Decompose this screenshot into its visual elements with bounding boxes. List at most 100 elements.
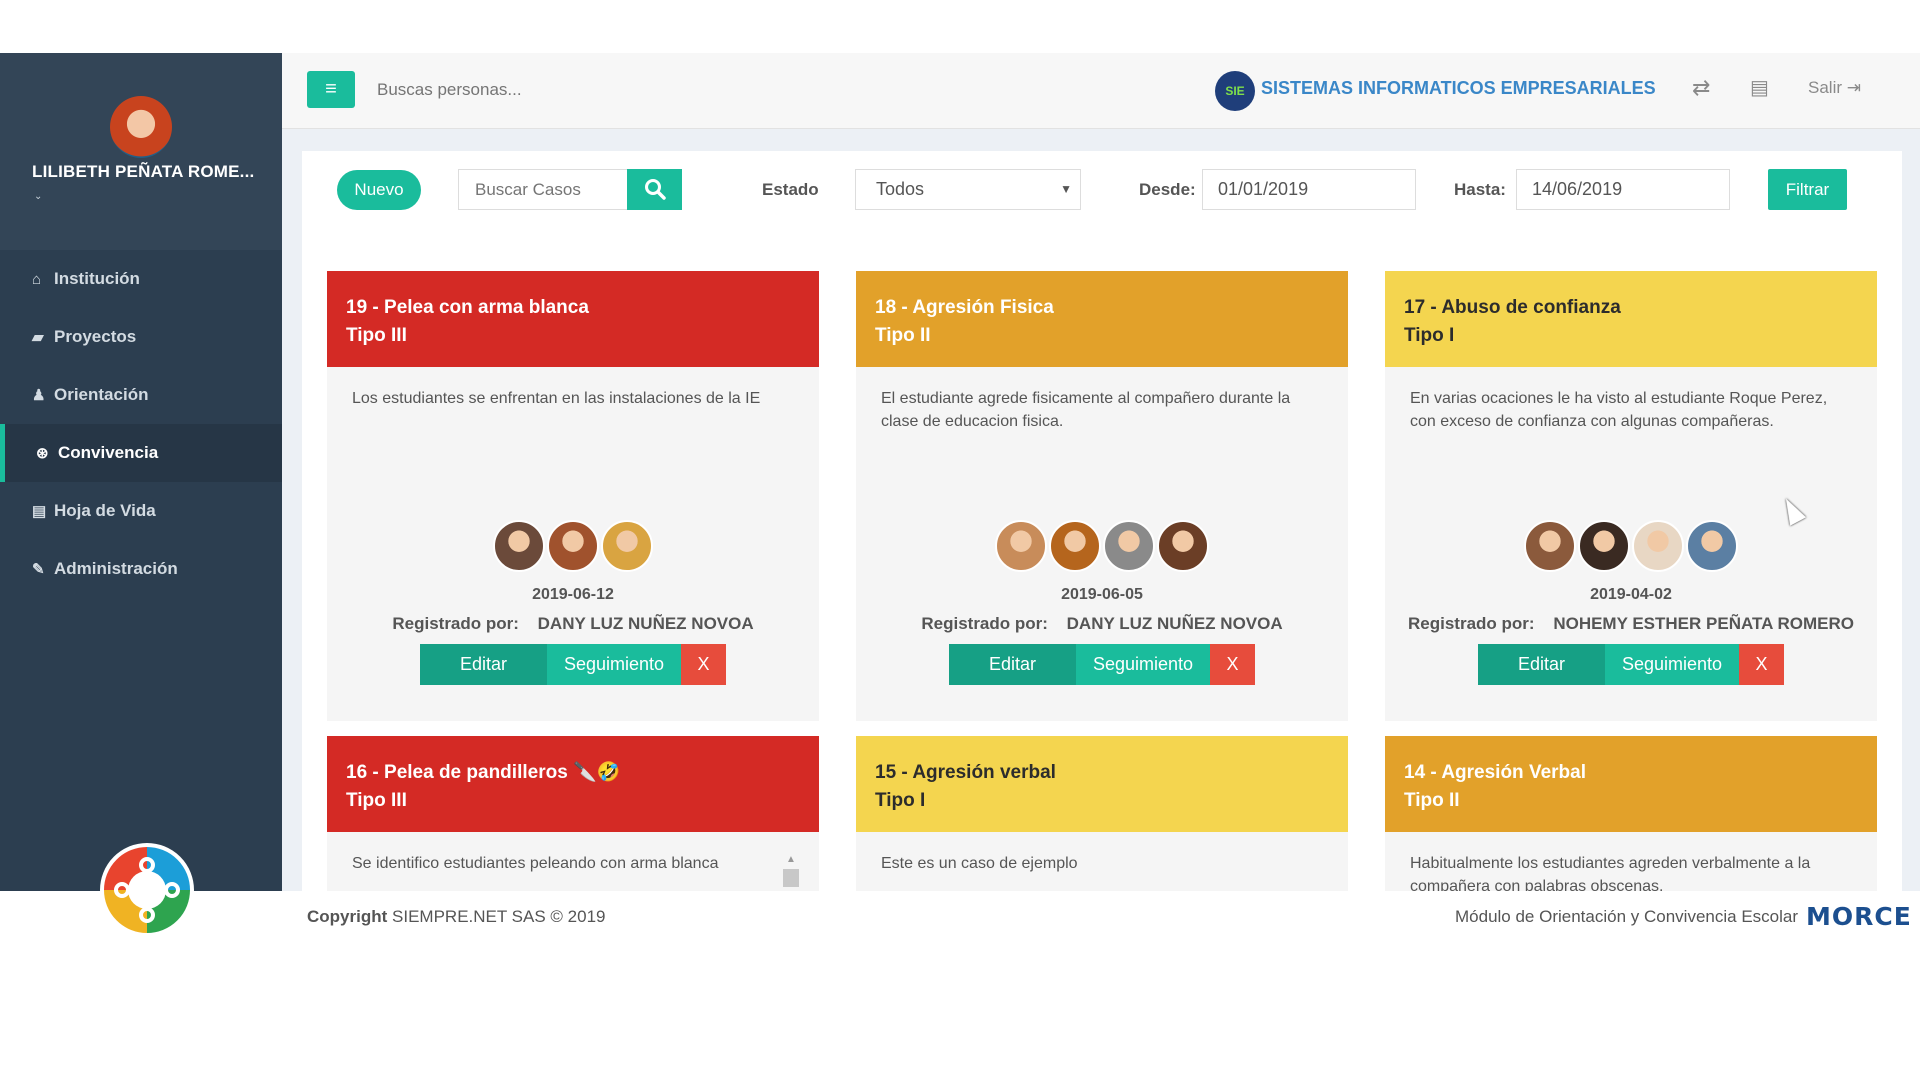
- description-scrollbar[interactable]: ▲: [783, 854, 799, 894]
- sidebar-item-orientacion[interactable]: ♟ Orientación: [0, 366, 282, 424]
- student-avatar[interactable]: [995, 520, 1047, 572]
- case-card-header[interactable]: 18 - Agresión Fisica Tipo II: [856, 271, 1348, 367]
- sidebar-item-institucion[interactable]: ⌂ Institución: [0, 250, 282, 308]
- copyright: Copyright SIEMPRE.NET SAS © 2019: [307, 907, 605, 927]
- case-date: 2019-06-05: [1061, 586, 1143, 603]
- estado-value: Todos: [876, 179, 925, 199]
- briefcase-icon: ▰: [32, 329, 44, 346]
- brand-name: SISTEMAS INFORMATICOS EMPRESARIALES: [1261, 78, 1656, 98]
- footer: Copyright SIEMPRE.NET SAS © 2019 Módulo …: [0, 891, 1920, 941]
- module-name: Módulo de Orientación y Convivencia Esco…: [1455, 907, 1799, 926]
- sidebar-item-convivencia[interactable]: ⊛ Convivencia: [0, 424, 282, 482]
- delete-button[interactable]: X: [1210, 644, 1255, 685]
- topbar: ≡ SIE SISTEMAS INFORMATICOS EMPRESARIALE…: [282, 53, 1920, 129]
- registered-label: Registrado por:: [392, 614, 519, 633]
- follow-up-button[interactable]: Seguimiento: [547, 644, 681, 685]
- copyright-label: Copyright: [307, 907, 388, 926]
- user-menu-caret-icon[interactable]: ⌄: [34, 191, 42, 202]
- search-icon: [644, 179, 666, 200]
- case-actions: Editar Seguimiento X: [1385, 644, 1877, 685]
- student-avatar[interactable]: [1049, 520, 1101, 572]
- user-icon: ♟: [32, 387, 46, 404]
- menu-toggle-button[interactable]: ≡: [307, 71, 355, 108]
- edit-button[interactable]: Editar: [1478, 644, 1605, 685]
- app-logo: [100, 843, 194, 937]
- logout-button[interactable]: Salir ⇥: [1808, 78, 1861, 98]
- student-avatar[interactable]: [1632, 520, 1684, 572]
- case-description: Los estudiantes se enfrentan en las inst…: [352, 390, 761, 407]
- caret-down-icon: ▼: [1060, 182, 1072, 196]
- student-avatar[interactable]: [601, 520, 653, 572]
- registered-by-name: DANY LUZ NUÑEZ NOVOA: [537, 614, 754, 633]
- case-date: 2019-04-02: [1590, 586, 1672, 603]
- sidebar-item-administracion[interactable]: ✎ Administración: [0, 540, 282, 598]
- desde-date-input[interactable]: [1202, 169, 1416, 210]
- case-title: 18 - Agresión Fisica: [875, 297, 1054, 318]
- case-registered-by: Registrado por: DANY LUZ NUÑEZ NOVOA: [327, 614, 819, 634]
- case-description: El estudiante agrede fisicamente al comp…: [881, 390, 1291, 430]
- sidebar-item-proyectos[interactable]: ▰ Proyectos: [0, 308, 282, 366]
- life-ring-icon: ⊛: [36, 445, 49, 462]
- student-avatar[interactable]: [493, 520, 545, 572]
- case-card-header[interactable]: 15 - Agresión verbal Tipo I: [856, 736, 1348, 832]
- cases-panel: Nuevo Estado Todos ▼ Desde: Hasta: Filtr…: [302, 151, 1902, 936]
- list-icon[interactable]: ▤: [1750, 75, 1769, 100]
- scroll-up-icon[interactable]: ▲: [783, 854, 799, 865]
- case-type: Tipo II: [1404, 790, 1460, 811]
- people-search-input[interactable]: [377, 77, 637, 103]
- swap-icon[interactable]: ⇄: [1692, 75, 1710, 101]
- case-card-header[interactable]: 19 - Pelea con arma blanca Tipo III: [327, 271, 819, 367]
- follow-up-button[interactable]: Seguimiento: [1605, 644, 1739, 685]
- case-type: Tipo III: [346, 790, 407, 811]
- hamburger-icon: ≡: [325, 78, 337, 100]
- student-avatar[interactable]: [547, 520, 599, 572]
- follow-up-button[interactable]: Seguimiento: [1076, 644, 1210, 685]
- case-type: Tipo I: [1404, 325, 1455, 346]
- sidebar-item-label: Convivencia: [58, 443, 159, 462]
- sidebar-item-label: Hoja de Vida: [54, 501, 156, 520]
- student-avatar[interactable]: [1686, 520, 1738, 572]
- sidebar-item-label: Proyectos: [54, 327, 137, 346]
- logo-dot: [139, 907, 155, 923]
- case-card: 18 - Agresión Fisica Tipo II El estudian…: [856, 271, 1348, 721]
- delete-button[interactable]: X: [1739, 644, 1784, 685]
- student-avatar[interactable]: [1103, 520, 1155, 572]
- filter-button[interactable]: Filtrar: [1768, 169, 1847, 210]
- student-avatar[interactable]: [1578, 520, 1630, 572]
- home-icon: ⌂: [32, 270, 42, 288]
- user-name[interactable]: LILIBETH PEÑATA ROME...: [32, 162, 254, 182]
- case-card-header[interactable]: 17 - Abuso de confianza Tipo I: [1385, 271, 1877, 367]
- case-actions: Editar Seguimiento X: [327, 644, 819, 685]
- student-avatar[interactable]: [1524, 520, 1576, 572]
- edit-button[interactable]: Editar: [420, 644, 547, 685]
- case-search-input[interactable]: [458, 169, 628, 210]
- case-title: 16 - Pelea de pandilleros 🔪🤣: [346, 762, 621, 783]
- edit-button[interactable]: Editar: [949, 644, 1076, 685]
- user-profile: LILIBETH PEÑATA ROME... ⌄: [0, 53, 282, 250]
- student-avatar[interactable]: [1157, 520, 1209, 572]
- case-date: 2019-06-12: [532, 586, 614, 603]
- estado-select[interactable]: Todos ▼: [855, 169, 1081, 210]
- file-icon: ▤: [32, 503, 47, 520]
- user-avatar[interactable]: [110, 96, 172, 158]
- sign-out-icon: ⇥: [1846, 78, 1861, 97]
- estado-label: Estado: [762, 180, 819, 199]
- new-case-button[interactable]: Nuevo: [337, 170, 421, 210]
- case-card-header[interactable]: 14 - Agresión Verbal Tipo II: [1385, 736, 1877, 832]
- student-avatars: [856, 520, 1348, 574]
- case-card: 19 - Pelea con arma blanca Tipo III Los …: [327, 271, 819, 721]
- logout-label: Salir: [1808, 78, 1843, 97]
- brand-logo: SIE: [1215, 71, 1255, 111]
- case-title: 14 - Agresión Verbal: [1404, 762, 1586, 783]
- hasta-label: Hasta:: [1454, 180, 1506, 199]
- case-card-header[interactable]: 16 - Pelea de pandilleros 🔪🤣 Tipo III: [327, 736, 819, 832]
- scroll-thumb[interactable]: [783, 869, 799, 887]
- logo-core: [128, 871, 166, 909]
- hasta-date-input[interactable]: [1516, 169, 1730, 210]
- case-search-button[interactable]: [627, 169, 682, 210]
- morce-logo: MORCE: [1806, 902, 1912, 931]
- case-type: Tipo I: [875, 790, 926, 811]
- delete-button[interactable]: X: [681, 644, 726, 685]
- sidebar-item-hoja-de-vida[interactable]: ▤ Hoja de Vida: [0, 482, 282, 540]
- sidebar-item-label: Institución: [54, 269, 140, 288]
